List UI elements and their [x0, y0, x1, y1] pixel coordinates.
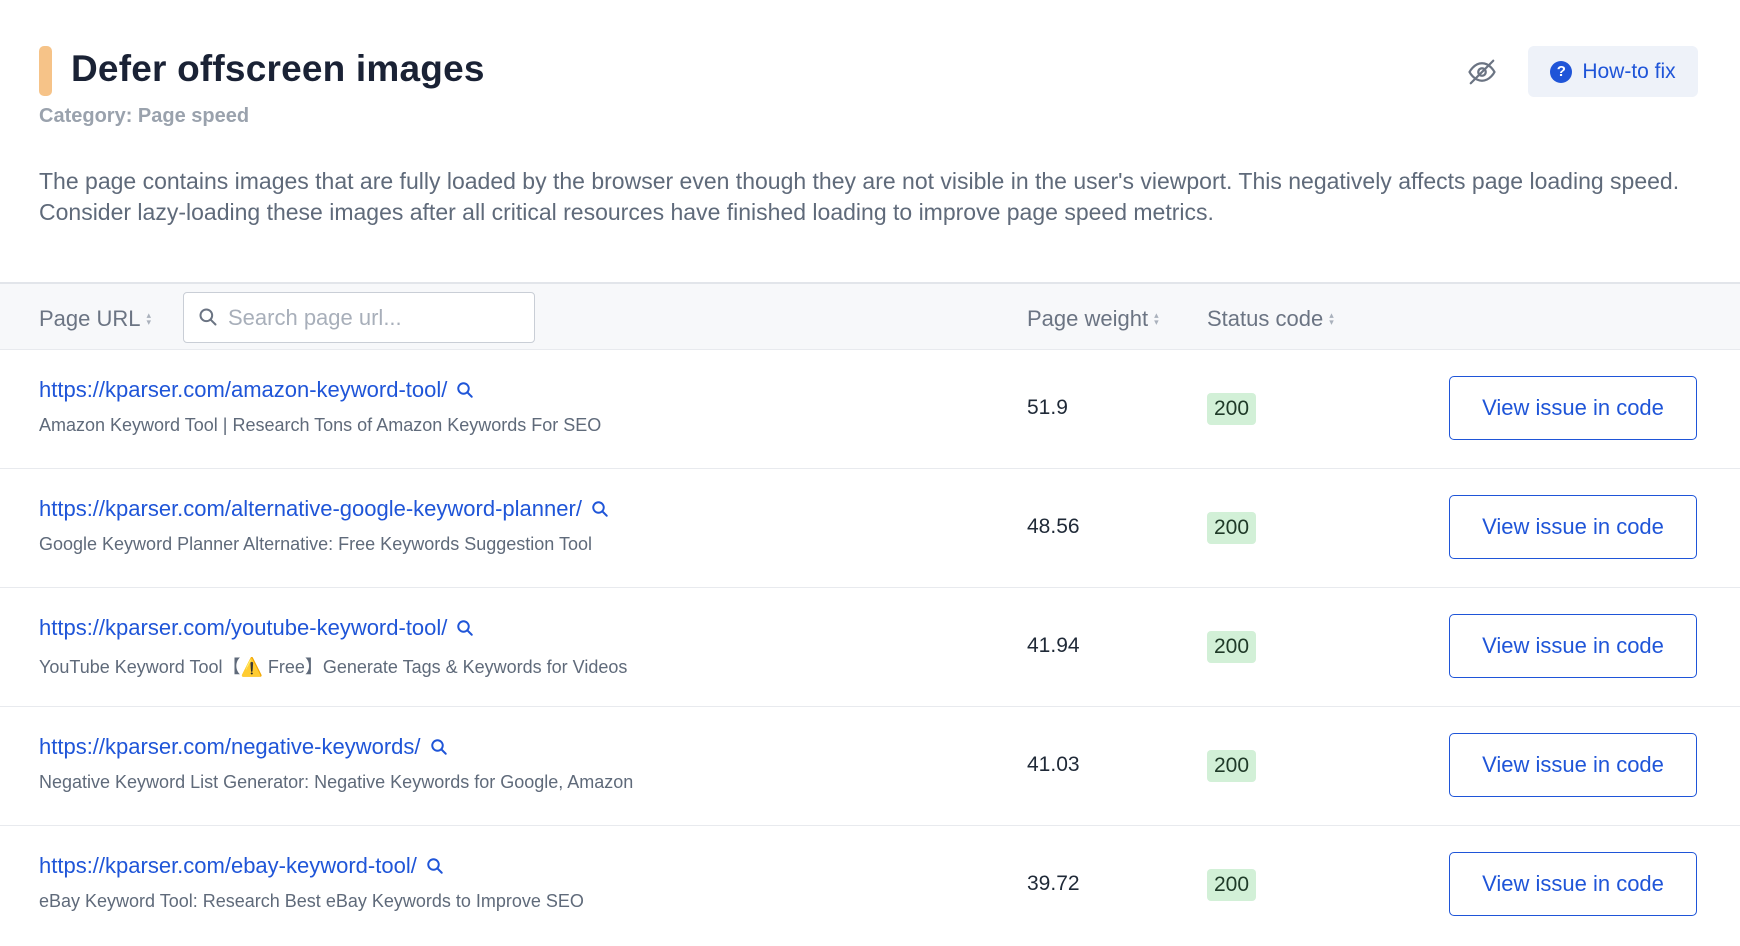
page-url-link[interactable]: https://kparser.com/alternative-google-k…	[39, 496, 582, 522]
page-url-link[interactable]: https://kparser.com/negative-keywords/	[39, 734, 421, 760]
view-issue-in-code-button[interactable]: View issue in code	[1449, 733, 1697, 797]
table-row: https://kparser.com/negative-keywords/ N…	[0, 707, 1740, 826]
page-title-text: Google Keyword Planner Alternative: Free…	[39, 534, 592, 554]
page-weight-value: 51.9	[1027, 396, 1068, 419]
status-badge: 200	[1207, 393, 1257, 425]
status-badge: 200	[1207, 512, 1257, 544]
severity-accent-bar	[39, 46, 52, 96]
sort-icon: ▴ ▾	[146, 310, 152, 327]
url-line: https://kparser.com/amazon-keyword-tool/	[39, 377, 474, 403]
sort-icon: ▴ ▾	[1154, 310, 1159, 327]
search-input[interactable]	[228, 303, 523, 333]
page-url-link[interactable]: https://kparser.com/youtube-keyword-tool…	[39, 615, 447, 641]
url-line: https://kparser.com/youtube-keyword-tool…	[39, 615, 474, 641]
sort-icon: ▴ ▾	[1329, 310, 1334, 327]
url-line: https://kparser.com/alternative-google-k…	[39, 496, 609, 522]
how-to-fix-button[interactable]: ? How-to fix	[1528, 46, 1698, 97]
table-body: https://kparser.com/amazon-keyword-tool/…	[0, 350, 1740, 945]
page-url-search[interactable]	[183, 292, 535, 343]
column-header-page-url-label: Page URL	[39, 306, 141, 331]
column-header-page-weight[interactable]: Page weight ▴ ▾	[1027, 306, 1159, 332]
page-title-text: YouTube Keyword Tool【⚠️ Free】Generate Ta…	[39, 657, 628, 677]
view-issue-in-code-button[interactable]: View issue in code	[1449, 614, 1697, 678]
issue-header: Defer offscreen images Category: Page sp…	[0, 0, 1740, 282]
view-issue-in-code-button[interactable]: View issue in code	[1449, 852, 1697, 916]
url-line: https://kparser.com/ebay-keyword-tool/	[39, 853, 444, 879]
page-title: Defer offscreen images	[71, 48, 485, 89]
page-weight-value: 41.03	[1027, 753, 1080, 776]
search-icon	[199, 308, 217, 326]
column-header-status-code-label: Status code	[1207, 306, 1324, 331]
search-icon[interactable]	[426, 857, 444, 875]
issue-category: Category: Page speed	[39, 105, 250, 127]
view-issue-in-code-button[interactable]: View issue in code	[1449, 495, 1697, 559]
page-weight-value: 48.56	[1027, 515, 1080, 538]
page-weight-value: 39.72	[1027, 872, 1080, 895]
table-row: https://kparser.com/ebay-keyword-tool/ e…	[0, 826, 1740, 945]
status-badge: 200	[1207, 750, 1257, 782]
page-title-text: eBay Keyword Tool: Research Best eBay Ke…	[39, 891, 584, 911]
view-issue-in-code-button[interactable]: View issue in code	[1449, 376, 1697, 440]
page-weight-value: 41.94	[1027, 634, 1080, 657]
column-header-page-weight-label: Page weight	[1027, 306, 1149, 331]
hide-issue-button[interactable]	[1462, 52, 1502, 92]
question-circle-icon: ?	[1550, 60, 1573, 83]
issue-description: The page contains images that are fully …	[39, 168, 1680, 225]
search-icon[interactable]	[430, 738, 448, 756]
status-badge: 200	[1207, 631, 1257, 663]
table-row: https://kparser.com/amazon-keyword-tool/…	[0, 350, 1740, 469]
search-icon[interactable]	[456, 381, 474, 399]
page-url-link[interactable]: https://kparser.com/ebay-keyword-tool/	[39, 853, 417, 879]
column-header-status-code[interactable]: Status code ▴ ▾	[1207, 306, 1334, 332]
how-to-fix-label: How-to fix	[1582, 59, 1676, 83]
table-row: https://kparser.com/youtube-keyword-tool…	[0, 588, 1740, 707]
url-line: https://kparser.com/negative-keywords/	[39, 734, 448, 760]
search-icon[interactable]	[456, 619, 474, 637]
column-header-page-url[interactable]: Page URL ▴ ▾	[39, 306, 151, 332]
eye-off-icon	[1468, 59, 1496, 85]
page-title-text: Negative Keyword List Generator: Negativ…	[39, 772, 634, 792]
page-url-link[interactable]: https://kparser.com/amazon-keyword-tool/	[39, 377, 447, 403]
status-badge: 200	[1207, 869, 1257, 901]
table-header: Page URL ▴▾ Page weight ▴▾ Status code ▴…	[0, 282, 1740, 350]
page-title-text: Amazon Keyword Tool | Research Tons of A…	[39, 415, 602, 435]
table-row: https://kparser.com/alternative-google-k…	[0, 469, 1740, 588]
search-icon[interactable]	[591, 500, 609, 518]
